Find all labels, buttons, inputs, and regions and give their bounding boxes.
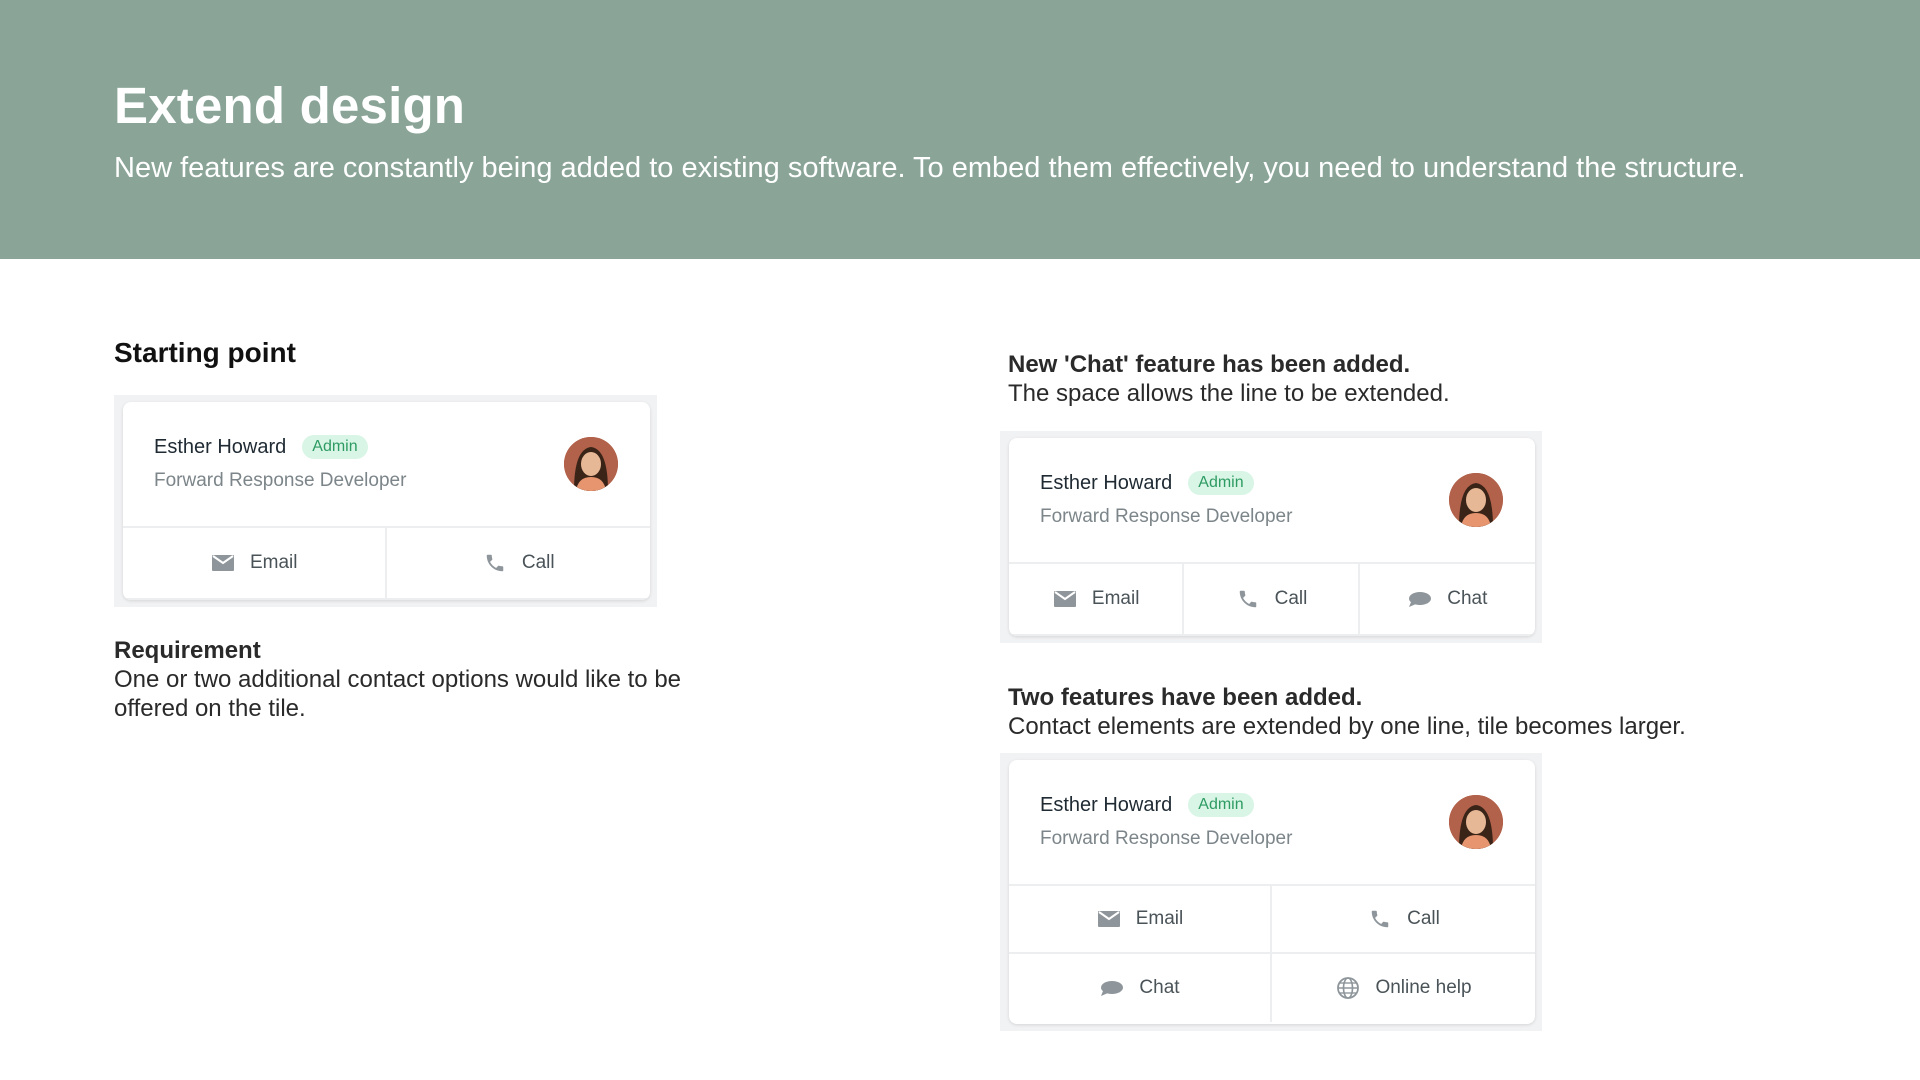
online-help-button[interactable]: Online help xyxy=(1272,954,1535,1022)
email-label: Email xyxy=(249,552,298,573)
call-button[interactable]: Call xyxy=(386,528,650,600)
chat-button[interactable]: Chat xyxy=(1359,564,1535,636)
two-features-text: Contact elements are extended by one lin… xyxy=(1008,713,1686,740)
contact-card: Esther Howard Admin Forward Response Dev… xyxy=(123,402,650,600)
requirement-block: Requirement One or two additional contac… xyxy=(114,636,754,723)
envelope-icon xyxy=(210,550,236,576)
card-frame-chat: Esther Howard Admin Forward Response Dev… xyxy=(1000,431,1542,643)
chat-button[interactable]: Chat xyxy=(1009,954,1272,1022)
two-features-block: Two features have been added. Contact el… xyxy=(1008,683,1868,741)
phone-icon xyxy=(482,550,508,576)
chat-feature-title: New 'Chat' feature has been added. xyxy=(1008,351,1411,378)
role-badge: Admin xyxy=(1188,471,1254,495)
requirement-text: One or two additional contact options wo… xyxy=(114,666,682,722)
contact-actions: Email Call Chat xyxy=(1009,564,1535,636)
globe-icon xyxy=(1335,975,1361,1001)
phone-icon xyxy=(1235,586,1261,612)
page-title: Extend design xyxy=(114,77,466,134)
contact-name: Esther Howard xyxy=(154,435,287,458)
email-button[interactable]: Email xyxy=(1009,564,1185,636)
call-button[interactable]: Call xyxy=(1184,564,1360,636)
contact-card: Esther Howard Admin Forward Response Dev… xyxy=(1009,438,1535,636)
card-header: Esther Howard Admin Forward Response Dev… xyxy=(1009,438,1535,564)
call-label: Call xyxy=(1407,908,1440,929)
email-label: Email xyxy=(1135,908,1184,929)
avatar[interactable] xyxy=(1449,795,1503,849)
name-row: Esther Howard Admin xyxy=(154,435,368,459)
card-header: Esther Howard Admin Forward Response Dev… xyxy=(1009,760,1535,886)
email-button[interactable]: Email xyxy=(1009,886,1272,954)
chat-feature-text: The space allows the line to be extended… xyxy=(1008,380,1450,407)
card-frame-starting: Esther Howard Admin Forward Response Dev… xyxy=(114,395,657,607)
avatar[interactable] xyxy=(1449,473,1503,527)
chat-bubble-icon xyxy=(1099,975,1125,1001)
contact-actions: Email Call xyxy=(123,528,650,600)
call-label: Call xyxy=(521,552,555,573)
starting-point-title: Starting point xyxy=(114,337,296,368)
requirement-title: Requirement xyxy=(114,637,261,664)
chat-feature-block: New 'Chat' feature has been added. The s… xyxy=(1008,350,1808,408)
avatar[interactable] xyxy=(564,437,618,491)
online-help-label: Online help xyxy=(1375,977,1472,998)
contact-role: Forward Response Developer xyxy=(1040,828,1293,849)
name-row: Esther Howard Admin xyxy=(1040,471,1254,495)
role-badge: Admin xyxy=(1188,793,1254,817)
envelope-icon xyxy=(1096,906,1122,932)
contact-actions: Email Call Chat Online help xyxy=(1009,886,1535,1022)
contact-name: Esther Howard xyxy=(1040,471,1173,494)
envelope-icon xyxy=(1052,586,1078,612)
call-button[interactable]: Call xyxy=(1272,886,1535,954)
contact-name: Esther Howard xyxy=(1040,793,1173,816)
contact-role: Forward Response Developer xyxy=(154,470,407,491)
chat-bubble-icon xyxy=(1407,586,1433,612)
header-banner: Extend design New features are constantl… xyxy=(0,0,1920,259)
two-features-title: Two features have been added. xyxy=(1008,684,1363,711)
page-subtitle: New features are constantly being added … xyxy=(114,152,1746,184)
email-button[interactable]: Email xyxy=(123,528,387,600)
card-header: Esther Howard Admin Forward Response Dev… xyxy=(123,402,650,528)
contact-card: Esther Howard Admin Forward Response Dev… xyxy=(1009,760,1535,1024)
call-label: Call xyxy=(1274,588,1308,609)
card-frame-two-features: Esther Howard Admin Forward Response Dev… xyxy=(1000,753,1542,1031)
contact-role: Forward Response Developer xyxy=(1040,506,1293,527)
phone-icon xyxy=(1367,906,1393,932)
chat-label: Chat xyxy=(1139,977,1180,998)
role-badge: Admin xyxy=(302,435,368,459)
email-label: Email xyxy=(1091,588,1140,609)
name-row: Esther Howard Admin xyxy=(1040,793,1254,817)
chat-label: Chat xyxy=(1447,588,1488,609)
